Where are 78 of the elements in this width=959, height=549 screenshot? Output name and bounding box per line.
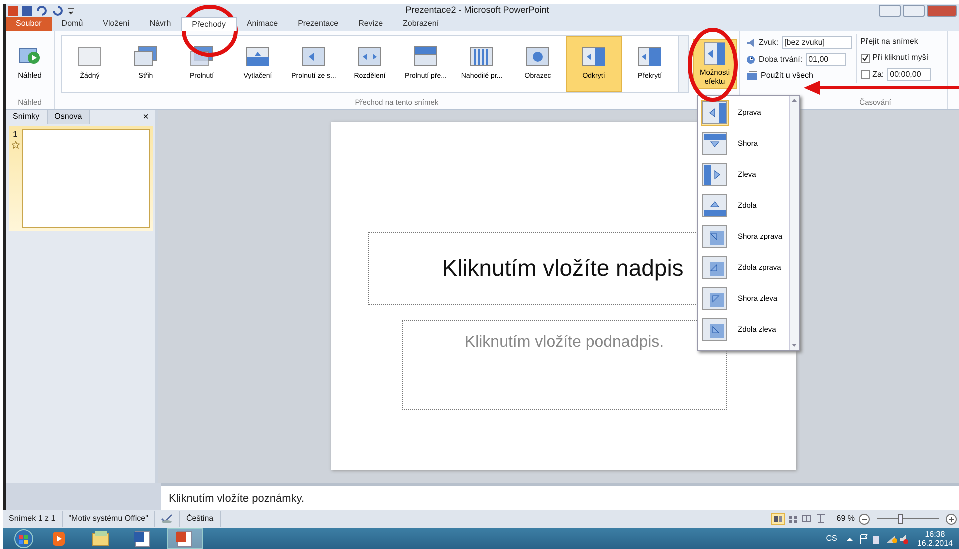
- maximize-button[interactable]: [903, 4, 925, 16]
- highlight-circle: [181, 4, 239, 58]
- spellcheck-icon[interactable]: [161, 514, 174, 524]
- clock-time: 16:38: [925, 530, 946, 538]
- status-text[interactable]: Čeština: [180, 511, 221, 527]
- clock[interactable]: 16:38 16.2.2014: [917, 530, 953, 548]
- clock-date: 16.2.2014: [917, 538, 953, 548]
- start-button[interactable]: [13, 528, 35, 548]
- checkbox[interactable]: [860, 70, 870, 79]
- transition-icon: [637, 46, 663, 68]
- status-text: Snímek 1 z 1: [3, 511, 63, 527]
- gallery-scrollbar[interactable]: [678, 36, 688, 92]
- ribbon-tab[interactable]: Vložení: [93, 17, 140, 31]
- transition-icon: [245, 46, 271, 68]
- field-label: Zvuk:: [759, 36, 779, 48]
- transition-icon: [413, 46, 439, 68]
- transition-icon: [77, 46, 103, 68]
- field-label: Doba trvání:: [759, 54, 803, 66]
- direction-icon: [702, 132, 728, 156]
- presentation-icon: [175, 528, 195, 548]
- slides-icon: [746, 71, 758, 81]
- zoom-out-button[interactable]: [859, 514, 870, 524]
- apply-all-button[interactable]: Použít u všech: [746, 70, 852, 82]
- tray-icons[interactable]: [845, 532, 910, 544]
- quick-access-toolbar[interactable]: [6, 4, 76, 16]
- transition-icon: [357, 46, 383, 68]
- ribbon-tab[interactable]: Přechody: [181, 17, 237, 31]
- plus-icon: [948, 516, 955, 522]
- star-icon: [12, 141, 20, 149]
- ribbon-tab[interactable]: Zobrazení: [393, 17, 450, 31]
- folder-icon: [91, 528, 111, 548]
- time-spinner[interactable]: 00:00,00: [887, 68, 932, 81]
- menu-scrollbar[interactable]: [789, 96, 799, 350]
- direction-icon: [702, 224, 728, 248]
- sound-dropdown[interactable]: [bez zvuku]: [782, 36, 852, 49]
- zoom-in-button[interactable]: [946, 514, 957, 524]
- effect-icon: [704, 42, 726, 66]
- close-button[interactable]: [927, 4, 957, 16]
- section-title: Přejít na snímek: [860, 36, 920, 48]
- clock-icon: [746, 54, 756, 64]
- direction-icon: [702, 194, 728, 218]
- check-icon: [862, 54, 869, 62]
- status-text: "Motiv systému Office": [62, 511, 156, 527]
- close-button[interactable]: ×: [137, 110, 155, 124]
- ribbon-tab[interactable]: Domů: [52, 17, 94, 31]
- checkbox[interactable]: [860, 54, 870, 62]
- language-indicator[interactable]: CS: [826, 532, 838, 544]
- direction-icon: [702, 100, 728, 124]
- window-title: Prezentace2 - Microsoft PowerPoint: [404, 4, 550, 17]
- file-tab[interactable]: Soubor: [6, 17, 52, 31]
- checkbox-label: Při kliknutí myší: [872, 52, 929, 64]
- pane-tab[interactable]: Osnova: [48, 110, 90, 124]
- zoom-percent[interactable]: 69 %: [836, 513, 855, 525]
- direction-icon: [702, 162, 728, 186]
- transition-icon: [301, 46, 327, 68]
- ribbon-tab[interactable]: Animace: [236, 17, 288, 31]
- transition-icon: [469, 46, 495, 68]
- ribbon-tab[interactable]: Návrh: [140, 17, 182, 31]
- ribbon-tab[interactable]: Prezentace: [288, 17, 349, 31]
- document-icon: [133, 528, 153, 548]
- slide-thumbnail[interactable]: [22, 129, 150, 228]
- speaker-icon: [746, 38, 756, 48]
- slider-thumb[interactable]: [898, 514, 903, 524]
- transition-icon: [189, 46, 215, 68]
- transition-icon: [525, 46, 551, 68]
- checkbox-label: Za:: [872, 68, 884, 80]
- ribbon-tab[interactable]: Revize: [348, 17, 394, 31]
- thumbnail-highlight[interactable]: 1: [9, 126, 153, 231]
- minimize-button[interactable]: [879, 4, 901, 16]
- transition-icon: [133, 46, 159, 68]
- direction-icon: [702, 256, 728, 280]
- slide-number: 1: [13, 129, 18, 141]
- direction-icon: [702, 318, 728, 342]
- notes-field[interactable]: Kliknutím vložíte poznámky.: [161, 483, 959, 510]
- transition-icon: [581, 46, 607, 68]
- duration-spinner[interactable]: 01,00: [806, 53, 846, 66]
- direction-icon: [702, 286, 728, 310]
- taskbar-app[interactable]: [167, 528, 203, 549]
